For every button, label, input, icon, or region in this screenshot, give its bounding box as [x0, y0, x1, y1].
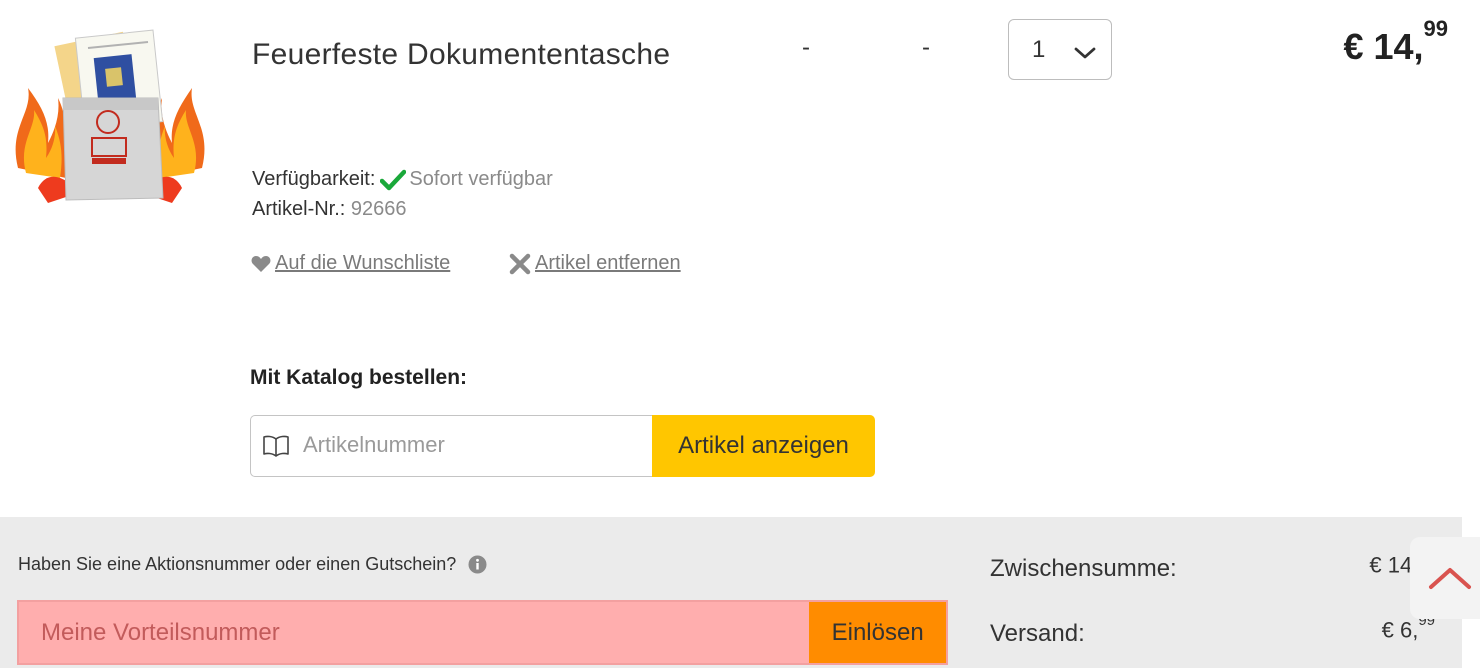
heart-icon [251, 255, 271, 272]
coupon-form: Einlösen [17, 600, 948, 665]
coupon-code-input[interactable] [19, 602, 810, 663]
wishlist-label: Auf die Wunschliste [275, 252, 451, 274]
coupon-question: Haben Sie eine Aktionsnummer oder einen … [18, 554, 487, 575]
chevron-up-icon [1429, 568, 1471, 589]
catalog-input-wrapper [250, 415, 652, 477]
quantity-value: 1 [1032, 36, 1046, 63]
remove-item-link[interactable]: Artikel entfernen [509, 252, 681, 275]
redeem-button[interactable]: Einlösen [809, 602, 946, 663]
shipping-value: € 6,99 [1381, 612, 1435, 643]
chevron-down-icon [1074, 47, 1096, 59]
check-icon [380, 169, 407, 190]
coupon-question-label: Haben Sie eine Aktionsnummer oder einen … [18, 554, 457, 574]
price-main: € 14, [1343, 26, 1424, 67]
book-icon [263, 435, 289, 457]
shipping-label: Versand: [990, 620, 1085, 647]
info-icon[interactable] [468, 555, 487, 574]
shipping-main: € 6, [1381, 617, 1419, 643]
quantity-select[interactable]: 1 [1008, 19, 1112, 80]
article-value: 92666 [350, 198, 407, 220]
price-cents: 99 [1423, 16, 1448, 41]
article-number-input[interactable] [303, 416, 643, 474]
remove-label: Artikel entfernen [535, 252, 681, 274]
x-icon [509, 253, 531, 274]
availability-label: Verfügbarkeit: [252, 168, 376, 190]
placeholder-dash: - [802, 34, 810, 61]
article-label: Artikel-Nr.: [252, 198, 346, 220]
show-article-button[interactable]: Artikel anzeigen [652, 415, 875, 477]
catalog-form: Artikel anzeigen [250, 415, 875, 477]
product-price: € 14,99 [1343, 16, 1448, 68]
subtotal-label: Zwischensumme: [990, 555, 1177, 582]
placeholder-dash: - [922, 34, 930, 61]
wishlist-link[interactable]: Auf die Wunschliste [251, 252, 450, 275]
summary-section: Haben Sie eine Aktionsnummer oder einen … [0, 517, 1462, 668]
scroll-to-top-button[interactable] [1410, 537, 1480, 619]
availability-value: Sofort verfügbar [409, 168, 553, 190]
article-number-row: Artikel-Nr.: 92666 [252, 198, 407, 221]
product-title[interactable]: Feuerfeste Dokumententasche [252, 24, 732, 85]
catalog-heading: Mit Katalog bestellen: [250, 366, 468, 389]
availability-row: Verfügbarkeit: Sofort verfügbar [252, 168, 553, 191]
product-image[interactable] [8, 18, 212, 218]
